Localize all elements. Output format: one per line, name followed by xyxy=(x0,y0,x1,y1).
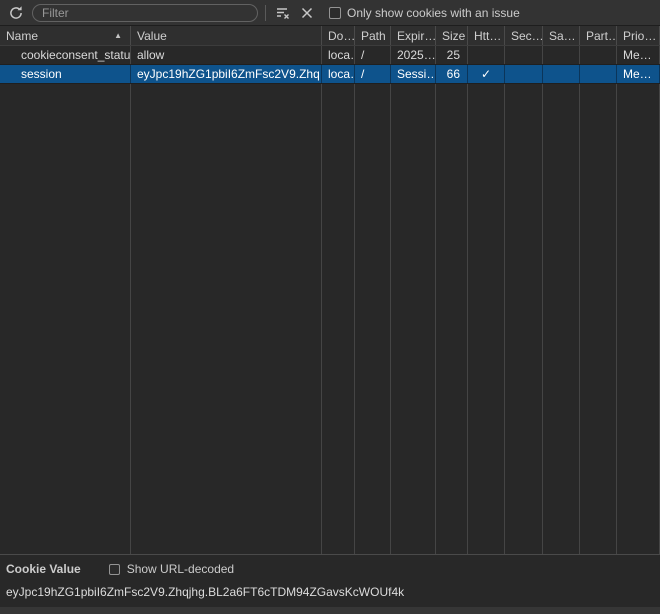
cell-name[interactable]: cookieconsent_status xyxy=(0,46,131,64)
cell-size[interactable]: 66 xyxy=(436,65,468,83)
column-header-secure[interactable]: Sec… xyxy=(505,26,543,45)
column-header-partitionkey[interactable]: Part… xyxy=(580,26,617,45)
cell-priority[interactable]: Me… xyxy=(617,65,660,83)
column-header-name[interactable]: Name ▲ xyxy=(0,26,131,45)
cell-value[interactable]: allow xyxy=(131,46,322,64)
cell-secure[interactable] xyxy=(505,46,543,64)
cookie-value-preview: Cookie Value Show URL-decoded eyJpc19hZG… xyxy=(0,554,660,614)
cell-samesite[interactable] xyxy=(543,65,580,83)
cell-partitionkey[interactable] xyxy=(580,46,617,64)
table-row-session[interactable]: session eyJpc19hZG1pbiI6ZmFsc2V9.Zhq… lo… xyxy=(0,65,660,84)
delete-all-button[interactable] xyxy=(295,1,319,25)
only-show-issue-checkbox[interactable] xyxy=(329,6,341,19)
column-header-samesite[interactable]: Sa… xyxy=(543,26,580,45)
column-header-priority[interactable]: Prio… xyxy=(617,26,660,45)
cell-expires[interactable]: 2025… xyxy=(391,46,436,64)
cookies-panel: Only show cookies with an issue Name ▲ V… xyxy=(0,0,660,614)
cell-value[interactable]: eyJpc19hZG1pbiI6ZmFsc2V9.Zhq… xyxy=(131,65,322,83)
column-header-expires[interactable]: Expir… xyxy=(391,26,436,45)
refresh-icon xyxy=(8,5,24,21)
column-header-path[interactable]: Path xyxy=(355,26,391,45)
preview-header: Cookie Value Show URL-decoded xyxy=(6,561,654,577)
cell-path[interactable]: / xyxy=(355,46,391,64)
cell-samesite[interactable] xyxy=(543,46,580,64)
cell-name[interactable]: session xyxy=(0,65,131,83)
toolbar-divider xyxy=(265,4,266,21)
cell-secure[interactable] xyxy=(505,65,543,83)
column-header-domain[interactable]: Do… xyxy=(322,26,355,45)
column-header-size[interactable]: Size xyxy=(436,26,468,45)
cell-expires[interactable]: Sessi… xyxy=(391,65,436,83)
filter-input[interactable] xyxy=(32,3,258,22)
cell-priority[interactable]: Me… xyxy=(617,46,660,64)
cell-size[interactable]: 25 xyxy=(436,46,468,64)
cell-partitionkey[interactable] xyxy=(580,65,617,83)
x-icon xyxy=(300,6,314,20)
column-header-value[interactable]: Value xyxy=(131,26,322,45)
cookies-toolbar: Only show cookies with an issue xyxy=(0,0,660,26)
table-empty-area xyxy=(0,84,660,554)
cell-path[interactable]: / xyxy=(355,65,391,83)
column-header-httponly[interactable]: Htt… xyxy=(468,26,505,45)
refresh-button[interactable] xyxy=(4,1,28,25)
horizontal-scrollbar-track[interactable] xyxy=(0,607,660,614)
clear-filter-icon xyxy=(275,5,291,21)
sort-ascending-icon: ▲ xyxy=(114,31,122,40)
table-row-cookieconsent[interactable]: cookieconsent_status allow loca… / 2025…… xyxy=(0,46,660,65)
clear-filter-button[interactable] xyxy=(271,1,295,25)
show-url-decoded-checkbox[interactable] xyxy=(108,563,120,575)
cookies-table: Name ▲ Value Do… Path Expir… Size Htt… S… xyxy=(0,26,660,554)
cell-domain[interactable]: loca… xyxy=(322,65,355,83)
cell-httponly checkmark-icon[interactable]: ✓ xyxy=(468,65,505,83)
preview-title: Cookie Value xyxy=(6,562,81,576)
only-show-issue-label: Only show cookies with an issue xyxy=(347,5,520,20)
show-url-decoded-label: Show URL-decoded xyxy=(126,562,235,576)
cookie-value-text: eyJpc19hZG1pbiI6ZmFsc2V9.Zhqjhg.BL2a6FT6… xyxy=(6,585,405,599)
cell-httponly[interactable] xyxy=(468,46,505,64)
cell-domain[interactable]: loca… xyxy=(322,46,355,64)
column-header-label: Name xyxy=(6,28,39,43)
table-header-row: Name ▲ Value Do… Path Expir… Size Htt… S… xyxy=(0,26,660,46)
